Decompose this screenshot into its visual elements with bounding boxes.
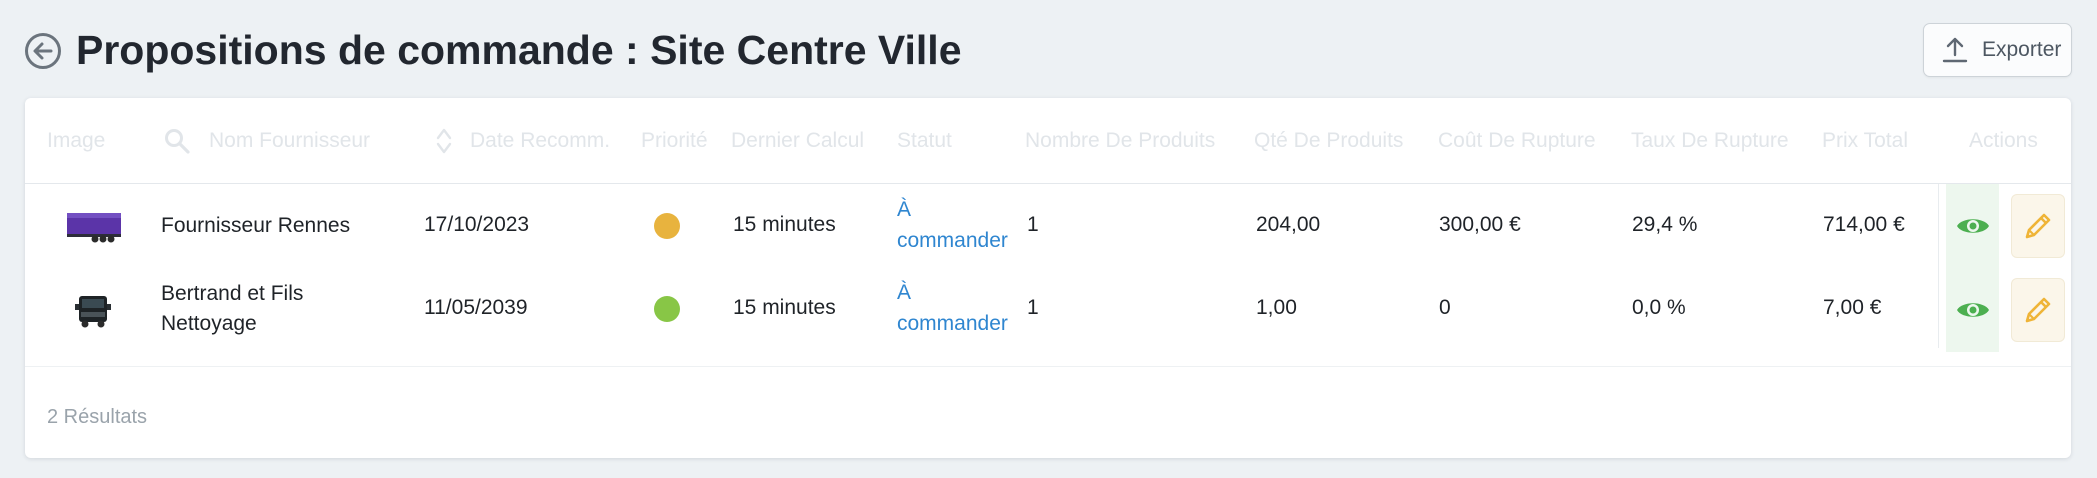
pencil-icon bbox=[2025, 297, 2051, 323]
supplier-search-input[interactable] bbox=[209, 124, 379, 158]
upload-icon bbox=[1942, 37, 1968, 63]
export-button-label: Exporter bbox=[1982, 38, 2062, 61]
column-header-last-calc[interactable]: Dernier Calcul bbox=[731, 128, 864, 154]
sort-icon[interactable] bbox=[435, 126, 453, 156]
search-icon bbox=[165, 129, 190, 154]
qty-products: 1,00 bbox=[1256, 296, 1297, 319]
column-header-rupture-rate[interactable]: Taux De Rupture bbox=[1631, 128, 1789, 154]
column-header-status[interactable]: Statut bbox=[897, 128, 952, 154]
column-header-date[interactable]: Date Recomm. bbox=[470, 128, 610, 154]
recommended-date: 17/10/2023 bbox=[424, 213, 530, 236]
trailer-thumbnail bbox=[67, 213, 121, 243]
footer-divider bbox=[25, 366, 2071, 367]
proposals-table-card: Image Date Recomm. Priorité Dernier Calc… bbox=[25, 98, 2071, 458]
eye-icon bbox=[1956, 303, 1989, 317]
view-button[interactable] bbox=[1946, 268, 1999, 352]
back-arrow-icon[interactable] bbox=[24, 32, 62, 70]
edit-button[interactable] bbox=[2012, 279, 2064, 341]
column-header-rupture-cost[interactable]: Coût De Rupture bbox=[1438, 128, 1596, 154]
nb-products: 1 bbox=[1027, 296, 1039, 319]
last-calc: 15 minutes bbox=[733, 213, 836, 236]
view-button[interactable] bbox=[1946, 184, 1999, 268]
nb-products: 1 bbox=[1027, 213, 1039, 236]
eye-icon bbox=[1956, 219, 1989, 233]
rupture-rate: 0,0 % bbox=[1632, 296, 1686, 319]
column-header-qty[interactable]: Qté De Produits bbox=[1254, 128, 1403, 154]
recommended-date: 11/05/2039 bbox=[424, 296, 528, 319]
status-link[interactable]: À commander bbox=[897, 277, 1027, 339]
export-button[interactable]: Exporter bbox=[1923, 23, 2072, 77]
rupture-cost: 300,00 € bbox=[1439, 213, 1521, 236]
column-header-total[interactable]: Prix Total bbox=[1822, 128, 1908, 154]
page-title: Propositions de commande : Site Centre V… bbox=[76, 27, 962, 73]
priority-indicator bbox=[654, 213, 680, 239]
rupture-cost: 0 bbox=[1439, 296, 1451, 319]
qty-products: 204,00 bbox=[1256, 213, 1321, 236]
table-row[interactable]: Bertrand et Fils Nettoyage 11/05/2039 15… bbox=[25, 268, 2071, 352]
truck-thumbnail bbox=[75, 296, 111, 328]
last-calc: 15 minutes bbox=[733, 296, 836, 319]
results-count: 2 Résultats bbox=[47, 406, 148, 428]
rupture-rate: 29,4 % bbox=[1632, 213, 1698, 236]
supplier-name: Bertrand et Fils Nettoyage bbox=[161, 282, 304, 335]
edit-button[interactable] bbox=[2012, 195, 2064, 257]
total-price: 7,00 € bbox=[1823, 296, 1882, 319]
status-link[interactable]: À commander bbox=[897, 194, 1027, 256]
column-header-image: Image bbox=[47, 129, 106, 152]
column-header-priority[interactable]: Priorité bbox=[641, 128, 708, 154]
total-price: 714,00 € bbox=[1823, 213, 1905, 236]
supplier-name: Fournisseur Rennes bbox=[161, 214, 351, 237]
column-header-nb-products[interactable]: Nombre De Produits bbox=[1025, 128, 1215, 154]
pencil-icon bbox=[2025, 213, 2051, 239]
column-header-actions: Actions bbox=[1969, 129, 2038, 152]
table-row[interactable]: Fournisseur Rennes 17/10/2023 15 minutes… bbox=[25, 184, 2071, 268]
page-header: Propositions de commande : Site Centre V… bbox=[0, 0, 2097, 98]
priority-indicator bbox=[654, 296, 680, 322]
table-header: Image Date Recomm. Priorité Dernier Calc… bbox=[25, 98, 2071, 184]
